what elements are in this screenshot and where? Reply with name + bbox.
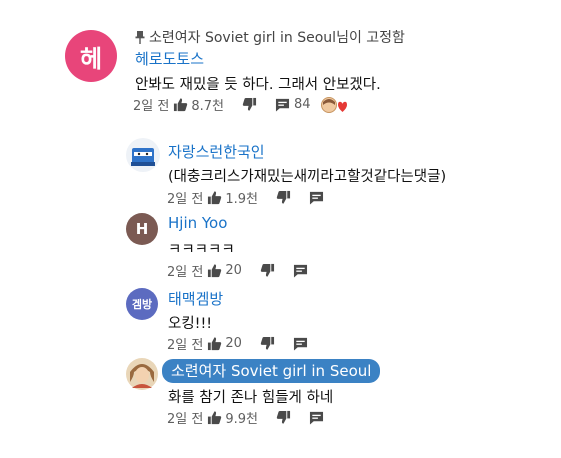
avatar-letter: 겜방 bbox=[131, 298, 153, 311]
pinned-by-text: 소련여자 Soviet girl in Seoul님이 고정함 bbox=[149, 30, 405, 46]
comment-text: ㅋㅋㅋㅋㅋ bbox=[168, 242, 235, 258]
like-icon[interactable] bbox=[173, 97, 188, 112]
creator-reply-comment: 소련여자 Soviet girl in Seoul 화를 참기 존나 힘들게 하… bbox=[0, 353, 561, 433]
reply-icon[interactable] bbox=[293, 264, 308, 278]
comment-actions: 2일 전 20 bbox=[167, 261, 308, 280]
reply-comment: 겜방 태맥겜방 오킹!!! 2일 전 20 bbox=[0, 280, 561, 353]
avatar[interactable]: 겜방 bbox=[126, 288, 158, 320]
comment-text: 오킹!!! bbox=[168, 316, 213, 332]
creator-author-badge[interactable]: 소련여자 Soviet girl in Seoul bbox=[162, 359, 381, 383]
avatar[interactable]: H bbox=[126, 213, 158, 245]
reply-icon[interactable] bbox=[309, 411, 324, 425]
comment-text: 안봐도 재밌을 듯 하다. 그래서 안보겠다. bbox=[135, 77, 381, 93]
reply-icon[interactable] bbox=[275, 98, 290, 112]
reply-count: 84 bbox=[293, 97, 311, 112]
blue-box-character-icon bbox=[126, 138, 160, 172]
dislike-icon[interactable] bbox=[276, 410, 291, 425]
creator-heart-icon[interactable] bbox=[320, 96, 347, 114]
pinned-comment: 헤 소련여자 Soviet girl in Seoul님이 고정함 헤로도토스 … bbox=[0, 0, 561, 120]
dislike-icon[interactable] bbox=[276, 190, 291, 205]
reply-comment: 자랑스런한국인 (대충크리스가재밌는새끼라고할것같다는댓글) 2일 전 1.9천 bbox=[0, 130, 561, 207]
like-icon[interactable] bbox=[207, 263, 222, 278]
comment-actions: 2일 전 9.9천 bbox=[167, 408, 324, 427]
pinned-label: 소련여자 Soviet girl in Seoul님이 고정함 bbox=[135, 27, 405, 47]
comment-timestamp[interactable]: 2일 전 bbox=[167, 261, 203, 280]
dislike-icon[interactable] bbox=[260, 336, 275, 351]
like-count: 8.7천 bbox=[191, 99, 224, 114]
reply-icon[interactable] bbox=[293, 337, 308, 351]
comment-timestamp[interactable]: 2일 전 bbox=[133, 95, 169, 114]
like-icon[interactable] bbox=[207, 336, 222, 351]
avatar-letter: 헤 bbox=[79, 44, 103, 73]
like-count: 20 bbox=[225, 336, 242, 351]
pin-icon bbox=[135, 31, 145, 44]
dislike-icon[interactable] bbox=[260, 263, 275, 278]
like-count: 20 bbox=[225, 263, 242, 278]
comment-author[interactable]: 자랑스런한국인 bbox=[168, 141, 265, 162]
comment-actions: 2일 전 20 bbox=[167, 334, 308, 353]
like-icon[interactable] bbox=[207, 410, 222, 425]
comment-author[interactable]: 태맥겜방 bbox=[168, 288, 223, 309]
comment-text: (대충크리스가재밌는새끼라고할것같다는댓글) bbox=[168, 169, 447, 185]
comment-author[interactable]: Hjin Yoo bbox=[168, 214, 227, 232]
like-count: 9.9천 bbox=[225, 412, 258, 427]
avatar[interactable]: 헤 bbox=[65, 30, 117, 82]
reply-icon[interactable] bbox=[309, 191, 324, 205]
avatar-letter: H bbox=[135, 220, 149, 238]
comment-text: 화를 참기 존나 힘들게 하네 bbox=[168, 390, 334, 406]
creator-photo-icon[interactable] bbox=[126, 358, 158, 390]
comment-timestamp[interactable]: 2일 전 bbox=[167, 334, 203, 353]
comment-actions: 2일 전 8.7천 84 bbox=[133, 95, 347, 114]
dislike-icon[interactable] bbox=[242, 97, 257, 112]
creator-heart-icon bbox=[320, 96, 347, 113]
comment-author[interactable]: 헤로도토스 bbox=[135, 48, 204, 69]
reply-comment: H Hjin Yoo ㅋㅋㅋㅋㅋ 2일 전 20 bbox=[0, 205, 561, 280]
comment-timestamp[interactable]: 2일 전 bbox=[167, 408, 203, 427]
like-icon[interactable] bbox=[207, 190, 222, 205]
